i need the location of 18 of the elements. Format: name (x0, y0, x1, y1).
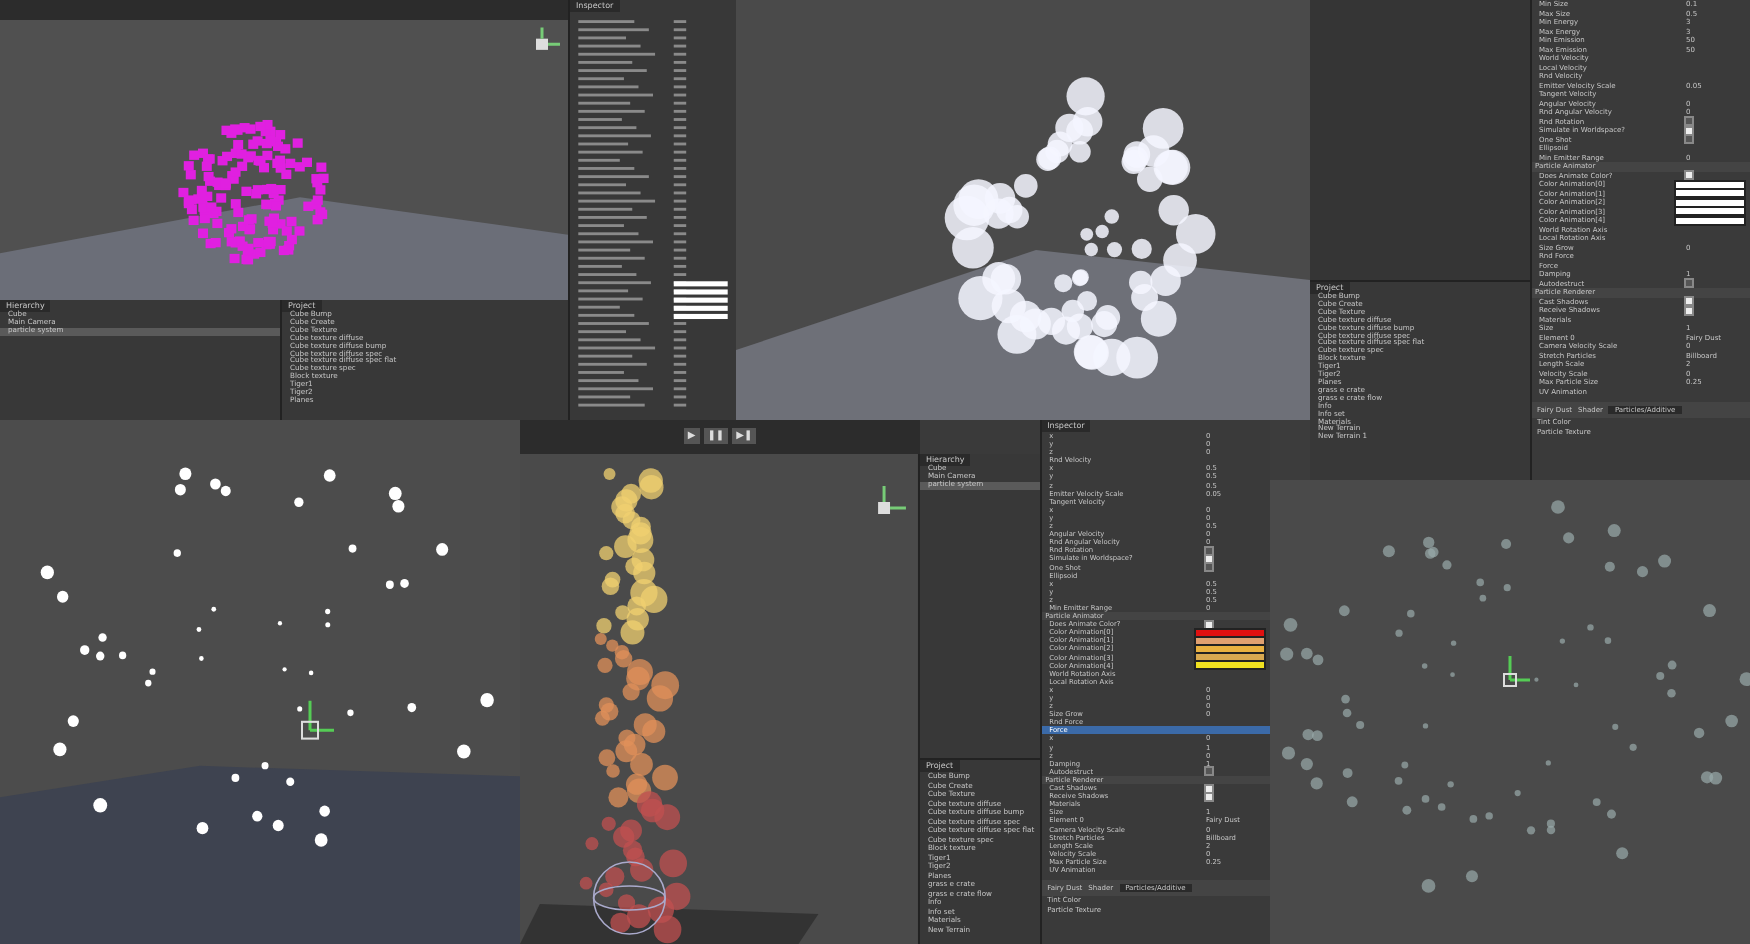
color-swatch[interactable] (1674, 206, 1746, 217)
checkbox[interactable] (1684, 278, 1694, 289)
axis-gizmo-icon (878, 484, 908, 514)
checkbox[interactable] (1684, 170, 1694, 181)
checkbox[interactable] (1684, 296, 1694, 307)
checkbox[interactable] (1204, 562, 1215, 573)
checkbox[interactable] (1684, 305, 1694, 316)
checkbox[interactable] (1684, 134, 1694, 145)
sphere-gizmo-icon (592, 861, 666, 935)
color-swatch[interactable] (1674, 215, 1746, 226)
color-swatch[interactable] (1674, 188, 1746, 199)
transform-gizmo-icon (300, 699, 336, 740)
transform-gizmo-icon (1503, 654, 1532, 687)
color-swatch[interactable] (1194, 660, 1267, 671)
axis-gizmo-icon (536, 26, 562, 50)
checkbox[interactable] (1204, 791, 1215, 802)
checkbox[interactable] (1684, 116, 1694, 127)
checkbox[interactable] (1204, 766, 1215, 777)
